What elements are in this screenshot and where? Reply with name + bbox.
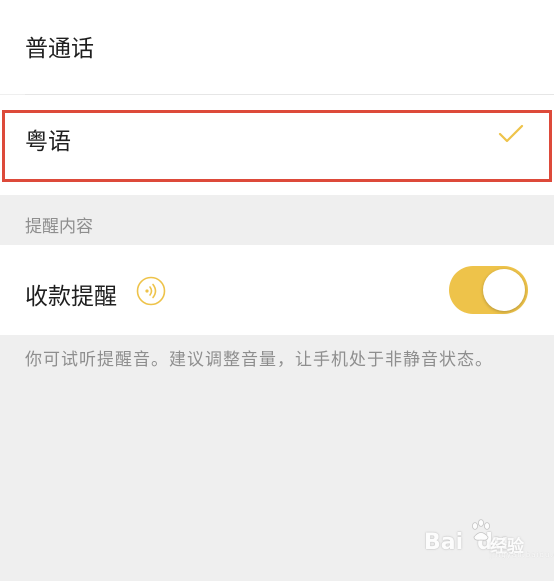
dialect-option-label: 粤语 <box>25 129 71 155</box>
dialect-option-cantonese[interactable]: 粤语 <box>0 95 554 195</box>
dialect-option-label: 普通话 <box>25 36 94 62</box>
payment-reminder-toggle[interactable] <box>449 266 528 314</box>
watermark-url: jingyan.baidu.com <box>490 551 554 559</box>
hint-text: 你可试听提醒音。建议调整音量，让手机处于非静音状态。 <box>25 350 493 370</box>
voice-settings-screen: 普通话 粤语 提醒内容 收款提醒 你可试听提醒音。建议调整音量，让手机处于非静音… <box>0 0 554 581</box>
sound-wave-icon[interactable] <box>136 276 166 306</box>
dialect-option-mandarin[interactable]: 普通话 <box>0 0 554 94</box>
baidu-jingyan-watermark: Baidu 经验 jingyan.baidu.com <box>424 518 554 559</box>
toggle-knob <box>483 269 525 311</box>
section-title: 提醒内容 <box>25 217 93 237</box>
payment-reminder-row: 收款提醒 <box>0 245 554 335</box>
payment-reminder-label: 收款提醒 <box>25 284 117 310</box>
checkmark-icon <box>498 124 524 143</box>
